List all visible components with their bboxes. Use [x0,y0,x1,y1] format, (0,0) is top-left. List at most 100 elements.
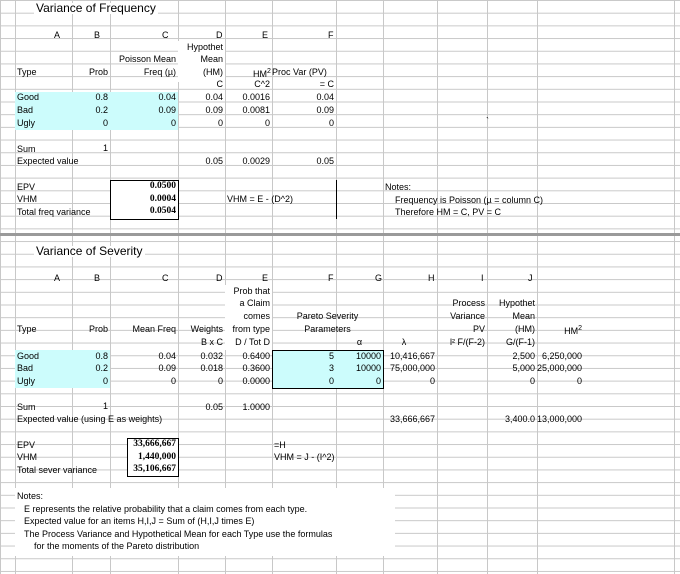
stray-tick-mark: ` [486,116,489,126]
header-from-type: from type [232,324,270,334]
column-divider [437,0,438,574]
total-freq-variance-label: Total freq variance [17,207,91,217]
row-alpha[interactable]: 5 [272,351,334,362]
row-prob[interactable]: 0 [72,376,108,387]
row-prob[interactable]: 0.8 [72,351,108,362]
row-weight: 0 [217,376,223,386]
row-prob[interactable]: 0.2 [72,363,108,374]
column-divider [674,0,675,574]
row-prob[interactable]: 0 [72,118,108,129]
vhm-formula: VHM = E - (D^2) [227,194,293,204]
vhm-value: 1,440,000 [138,452,176,462]
sum-weights: 0.05 [205,402,223,412]
note-line: Therefore HM = C, PV = C [395,207,502,217]
row-pv: 75,000,000 [389,363,435,373]
column-divider [537,0,538,574]
expected-value-label: Expected value (using E as weights) [17,414,163,424]
column-letter-g: G [375,273,383,283]
row-alpha[interactable]: 3 [272,363,334,374]
header-pv: PV [472,324,485,334]
header-hypothet: Hypothet [186,42,223,52]
column-letter-d: D [216,30,223,40]
header-lambda: λ [401,337,407,347]
header-eq-c: = C [319,79,334,89]
row-type: Good [17,92,40,102]
column-letter-i: I [481,273,484,283]
column-letter-c: C [162,273,169,283]
severity-section-title: Variance of Severity [34,244,145,258]
expected-value-label: Expected value [17,156,79,166]
row-hm: 5,000 [512,363,535,373]
section-separator [0,233,680,236]
frequency-section-title: Variance of Frequency [34,1,158,15]
row-prob[interactable]: 0.2 [72,105,108,116]
column-letter-a: A [54,30,61,40]
header-mean-freq: Mean Freq [132,324,176,334]
row-hm: 0.04 [205,92,223,102]
sum-label: Sum [17,402,36,412]
notes-title: Notes: [17,491,44,501]
vhm-formula: VHM = J - (I^2) [274,452,335,462]
column-letter-h: H [428,273,435,283]
row-prob[interactable]: 0.8 [72,92,108,103]
row-hm-squared: 25,000,000 [537,363,583,373]
header-type: Type [17,67,37,77]
row-type: Bad [17,363,34,373]
row-freq[interactable]: 0.04 [110,92,176,103]
row-weight: 0.032 [200,351,223,361]
vhm-label: VHM [17,194,37,204]
header-weights: Weights [190,324,223,334]
row-hm2: 0.0016 [242,92,270,102]
row-claim-prob: 0.6400 [242,351,270,361]
header-hm-squared: HM2 [253,68,271,79]
row-hm-squared: 6,250,000 [541,351,582,361]
row-pv: 0.09 [316,105,334,115]
row-freq[interactable]: 0.09 [110,105,176,116]
row-claim-prob: 0.3600 [242,363,270,373]
header-hm-formula: G/(F-1) [506,337,535,347]
header-comes: comes [243,311,270,321]
header-prob: Prob [88,324,108,334]
ev-pv: 0.05 [316,156,334,166]
ev-hm: 3,400.0 [504,414,535,424]
row-pv: 0 [429,376,435,386]
note-line: for the moments of the Pareto distributi… [34,541,200,551]
column-letter-f: F [328,273,334,283]
total-freq-variance-value: 0.0504 [149,206,176,216]
column-letter-b: B [94,273,101,283]
row-type: Bad [17,105,34,115]
row-type: Good [17,351,40,361]
row-alpha[interactable]: 0 [272,376,334,387]
row-lambda[interactable]: 10000 [336,351,381,362]
total-sever-variance-value: 35,106,667 [133,464,176,474]
column-letter-c: C [162,30,169,40]
header-poisson-mean: Poisson Mean [118,54,176,64]
header-hm-sub-c: C [216,79,224,89]
row-freq: 0.04 [158,351,176,361]
total-sever-variance-label: Total sever variance [17,465,98,475]
row-hm: 0.09 [205,105,223,115]
row-hm: 0 [529,376,535,386]
header-pareto-severity: Pareto Severity [296,311,359,321]
column-divider [487,0,488,574]
row-pv: 10,416,667 [389,351,435,361]
epv-value: 0.0500 [149,181,176,191]
epv-formula: =H [274,440,286,450]
note-line: E represents the relative probability th… [24,504,308,514]
notes-divider [336,180,337,219]
column-letter-a: A [54,273,61,283]
row-pv: 0 [328,118,334,128]
row-type: Ugly [17,376,36,386]
notes-title: Notes: [385,182,412,192]
note-line: Frequency is Poisson (µ = column C) [395,195,543,205]
row-freq[interactable]: 0 [110,118,176,129]
row-lambda[interactable]: 0 [336,376,381,387]
row-hm2: 0 [264,118,270,128]
row-hm-squared: 0 [576,376,582,386]
column-letter-d: D [216,273,223,283]
ev-pv: 33,666,667 [389,414,435,424]
row-lambda[interactable]: 10000 [336,363,381,374]
row-pv: 0.04 [316,92,334,102]
column-letter-e: E [262,273,269,283]
vhm-value: 0.0004 [149,194,176,204]
